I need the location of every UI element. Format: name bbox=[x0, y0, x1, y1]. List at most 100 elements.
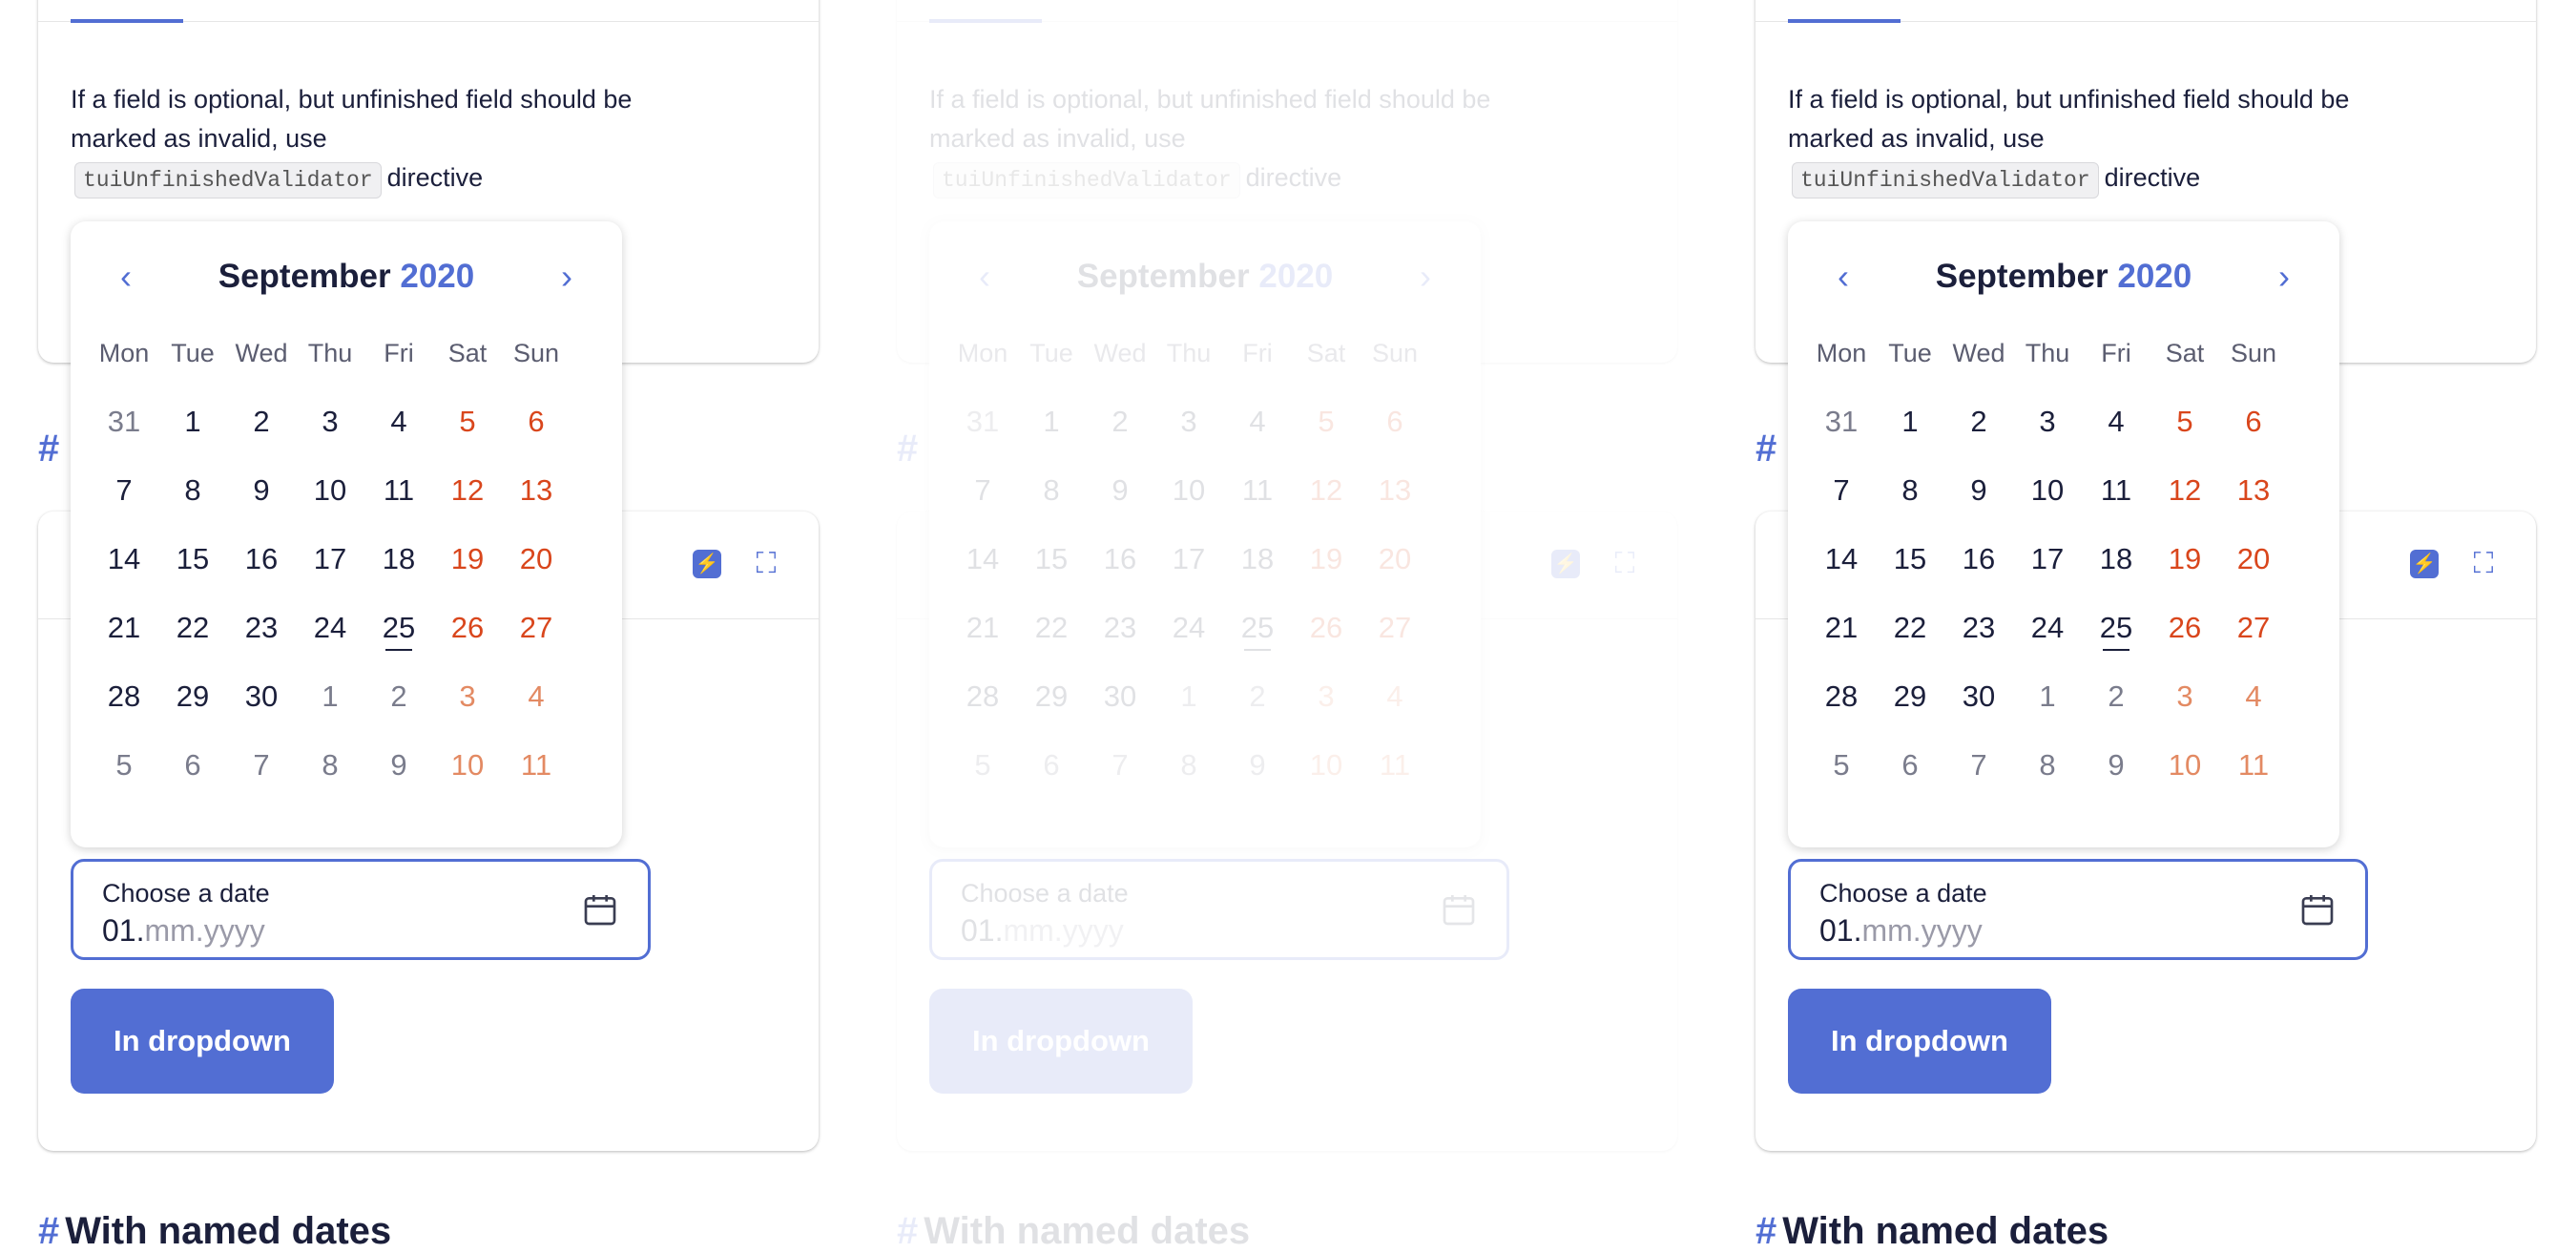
calendar-day[interactable]: 26 bbox=[2150, 611, 2219, 645]
calendar-day[interactable]: 9 bbox=[1223, 748, 1292, 783]
calendar-day[interactable]: 9 bbox=[1944, 473, 2013, 508]
calendar-day[interactable]: 5 bbox=[90, 748, 158, 783]
calendar-day[interactable]: 3 bbox=[1154, 405, 1223, 439]
calendar-day[interactable]: 6 bbox=[1017, 748, 1086, 783]
calendar-month[interactable]: September bbox=[1936, 258, 2109, 295]
active-tab-indicator[interactable] bbox=[929, 19, 1042, 23]
calendar-day[interactable]: 19 bbox=[433, 542, 502, 576]
expand-icon[interactable]: ⛶ bbox=[2469, 550, 2498, 578]
calendar-day[interactable]: 20 bbox=[2219, 542, 2288, 576]
bolt-icon[interactable]: ⚡ bbox=[1551, 550, 1580, 578]
calendar-day[interactable]: 10 bbox=[1292, 748, 1361, 783]
calendar-day[interactable]: 2 bbox=[1086, 405, 1154, 439]
in-dropdown-button[interactable]: In dropdown bbox=[71, 989, 334, 1094]
calendar-day[interactable]: 26 bbox=[1292, 611, 1361, 645]
calendar-day[interactable]: 26 bbox=[433, 611, 502, 645]
calendar-day[interactable]: 5 bbox=[1807, 748, 1876, 783]
calendar-day[interactable]: 4 bbox=[364, 405, 433, 439]
calendar-day[interactable]: 7 bbox=[227, 748, 296, 783]
calendar-day[interactable]: 30 bbox=[227, 679, 296, 714]
calendar-day[interactable]: 16 bbox=[1944, 542, 2013, 576]
chevron-right-icon[interactable]: › bbox=[2265, 260, 2303, 298]
calendar-year[interactable]: 2020 bbox=[400, 258, 474, 295]
calendar-day[interactable]: 4 bbox=[2219, 679, 2288, 714]
calendar-day[interactable]: 25 bbox=[1223, 611, 1292, 651]
section-anchor-hash[interactable]: # bbox=[897, 428, 918, 470]
calendar-day[interactable]: 6 bbox=[2219, 405, 2288, 439]
calendar-day[interactable]: 7 bbox=[90, 473, 158, 508]
calendar-day[interactable]: 21 bbox=[948, 611, 1017, 645]
in-dropdown-button[interactable]: In dropdown bbox=[1788, 989, 2051, 1094]
calendar-day[interactable]: 9 bbox=[364, 748, 433, 783]
calendar-day[interactable]: 20 bbox=[1361, 542, 1429, 576]
calendar-day[interactable]: 2 bbox=[2082, 679, 2150, 714]
calendar-day[interactable]: 10 bbox=[433, 748, 502, 783]
section-heading-hash[interactable]: # bbox=[38, 1210, 59, 1252]
calendar-day[interactable]: 9 bbox=[2082, 748, 2150, 783]
calendar-day[interactable]: 23 bbox=[1944, 611, 2013, 645]
calendar-day[interactable]: 16 bbox=[1086, 542, 1154, 576]
calendar-day[interactable]: 24 bbox=[1154, 611, 1223, 645]
expand-icon[interactable]: ⛶ bbox=[752, 550, 780, 578]
chevron-right-icon[interactable]: › bbox=[1406, 260, 1444, 298]
calendar-year[interactable]: 2020 bbox=[1258, 258, 1333, 295]
calendar-day[interactable]: 31 bbox=[1807, 405, 1876, 439]
calendar-day[interactable]: 30 bbox=[1944, 679, 2013, 714]
bolt-icon[interactable]: ⚡ bbox=[2410, 550, 2439, 578]
calendar-day[interactable]: 25 bbox=[2082, 611, 2150, 651]
calendar-day[interactable]: 4 bbox=[2082, 405, 2150, 439]
calendar-day[interactable]: 1 bbox=[1017, 405, 1086, 439]
calendar-day[interactable]: 19 bbox=[1292, 542, 1361, 576]
calendar-day[interactable]: 8 bbox=[2013, 748, 2082, 783]
calendar-month[interactable]: September bbox=[218, 258, 391, 295]
calendar-day[interactable]: 14 bbox=[948, 542, 1017, 576]
calendar-day[interactable]: 27 bbox=[502, 611, 571, 645]
calendar-day[interactable]: 31 bbox=[948, 405, 1017, 439]
calendar-day[interactable]: 20 bbox=[502, 542, 571, 576]
calendar-day[interactable]: 17 bbox=[1154, 542, 1223, 576]
calendar-day[interactable]: 2 bbox=[1944, 405, 2013, 439]
calendar-day[interactable]: 15 bbox=[158, 542, 227, 576]
date-input[interactable]: Choose a date 01.mm.yyyy bbox=[71, 859, 651, 960]
calendar-day[interactable]: 24 bbox=[296, 611, 364, 645]
calendar-day[interactable]: 17 bbox=[296, 542, 364, 576]
calendar-day[interactable]: 18 bbox=[2082, 542, 2150, 576]
calendar-day[interactable]: 3 bbox=[296, 405, 364, 439]
calendar-day[interactable]: 5 bbox=[1292, 405, 1361, 439]
calendar-day[interactable]: 18 bbox=[1223, 542, 1292, 576]
calendar-icon[interactable] bbox=[1440, 890, 1478, 929]
calendar-day[interactable]: 15 bbox=[1876, 542, 1944, 576]
active-tab-indicator[interactable] bbox=[1788, 19, 1901, 23]
calendar-day[interactable]: 10 bbox=[2150, 748, 2219, 783]
date-input-value[interactable]: 01.mm.yyyy bbox=[961, 913, 1124, 949]
calendar-day[interactable]: 8 bbox=[158, 473, 227, 508]
calendar-day[interactable]: 11 bbox=[502, 748, 571, 783]
calendar-day[interactable]: 10 bbox=[1154, 473, 1223, 508]
in-dropdown-button[interactable]: In dropdown bbox=[929, 989, 1193, 1094]
calendar-icon[interactable] bbox=[581, 890, 619, 929]
calendar-day[interactable]: 8 bbox=[296, 748, 364, 783]
calendar-day[interactable]: 1 bbox=[158, 405, 227, 439]
calendar-day[interactable]: 5 bbox=[2150, 405, 2219, 439]
calendar-day[interactable]: 8 bbox=[1876, 473, 1944, 508]
calendar-day[interactable]: 6 bbox=[1876, 748, 1944, 783]
calendar-day[interactable]: 8 bbox=[1154, 748, 1223, 783]
calendar-day[interactable]: 29 bbox=[158, 679, 227, 714]
calendar-day[interactable]: 10 bbox=[296, 473, 364, 508]
section-heading-hash[interactable]: # bbox=[897, 1210, 918, 1252]
calendar-day[interactable]: 16 bbox=[227, 542, 296, 576]
calendar-day[interactable]: 13 bbox=[1361, 473, 1429, 508]
calendar-day[interactable]: 31 bbox=[90, 405, 158, 439]
date-input[interactable]: Choose a date 01.mm.yyyy bbox=[929, 859, 1509, 960]
calendar-day[interactable]: 15 bbox=[1017, 542, 1086, 576]
calendar-day[interactable]: 25 bbox=[364, 611, 433, 651]
calendar-month[interactable]: September bbox=[1077, 258, 1250, 295]
date-input-value[interactable]: 01.mm.yyyy bbox=[102, 913, 265, 949]
calendar-day[interactable]: 7 bbox=[1807, 473, 1876, 508]
calendar-day[interactable]: 21 bbox=[90, 611, 158, 645]
calendar-day[interactable]: 11 bbox=[364, 473, 433, 508]
calendar-day[interactable]: 28 bbox=[90, 679, 158, 714]
date-input-value[interactable]: 01.mm.yyyy bbox=[1819, 913, 1983, 949]
calendar-day[interactable]: 2 bbox=[1223, 679, 1292, 714]
calendar-day[interactable]: 2 bbox=[227, 405, 296, 439]
